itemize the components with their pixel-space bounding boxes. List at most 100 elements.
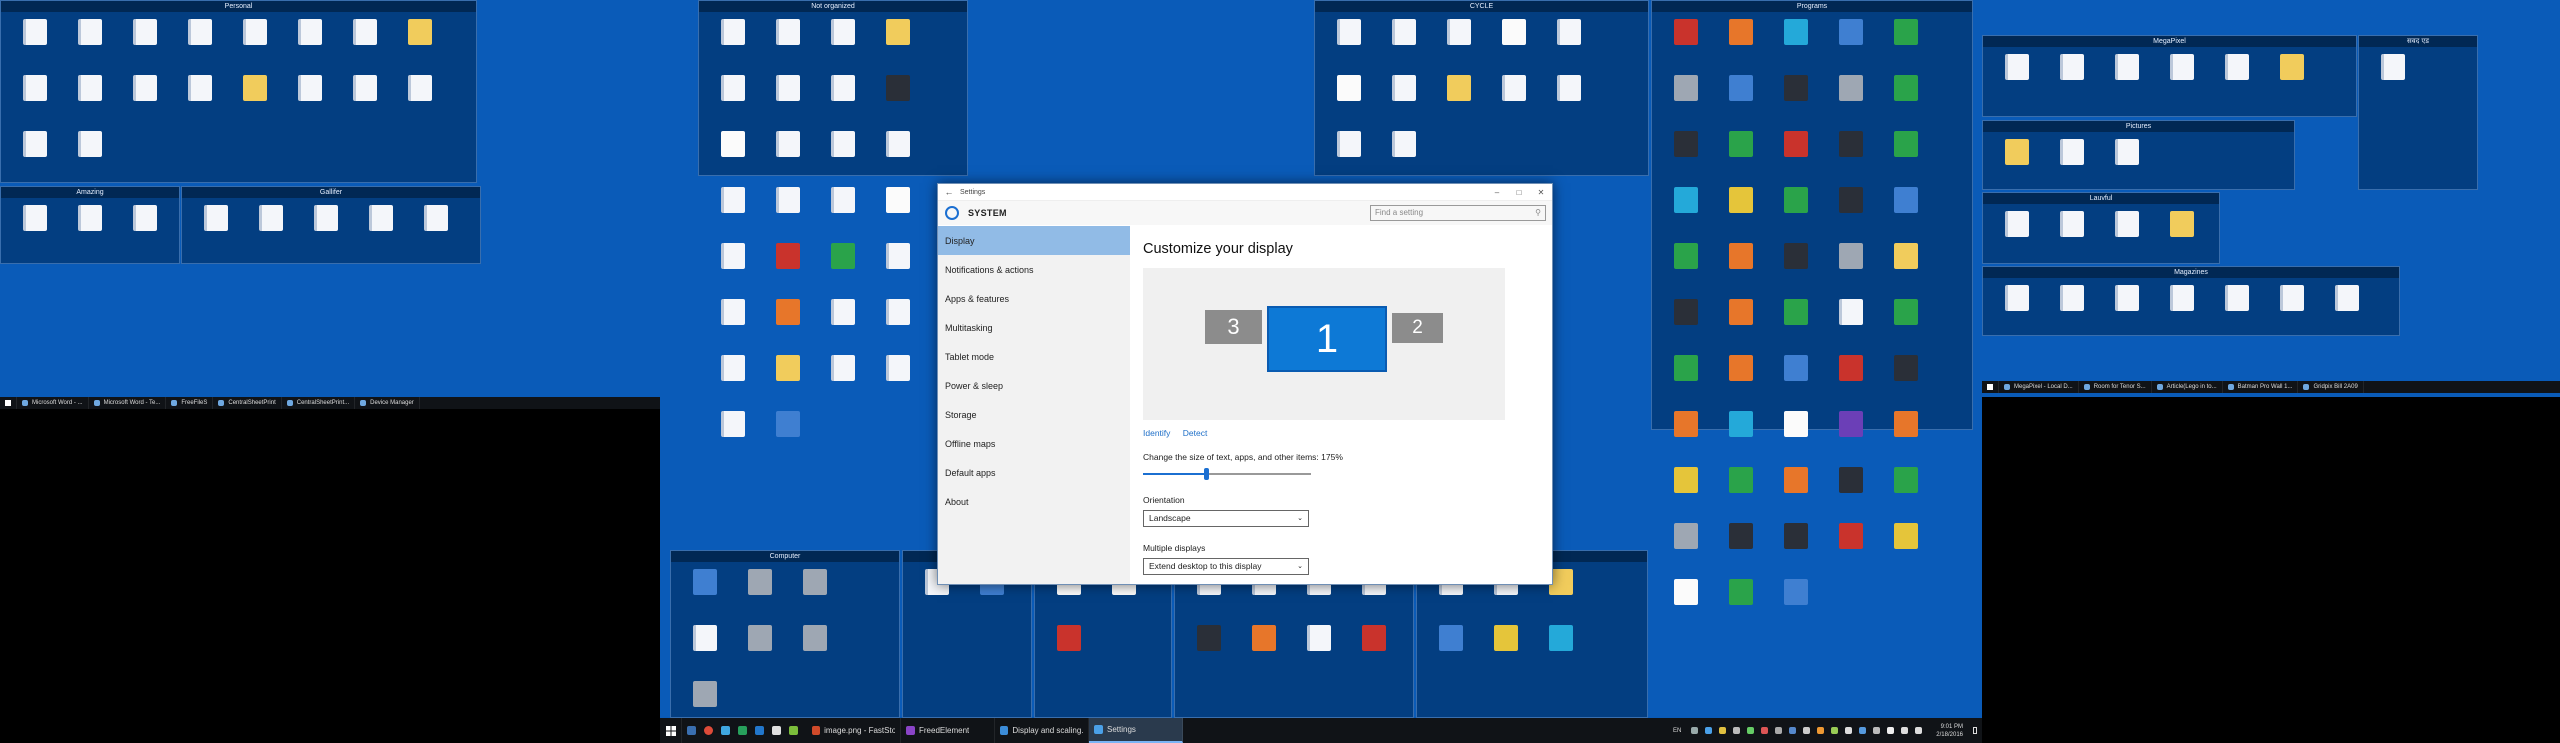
desktop-shortcut[interactable] xyxy=(1658,16,1713,72)
desktop-shortcut[interactable] xyxy=(1768,72,1823,128)
chrome-icon[interactable] xyxy=(704,726,713,735)
nav-item-offline-maps[interactable]: Offline maps xyxy=(938,429,1130,458)
maximize-icon[interactable]: □ xyxy=(1508,188,1530,197)
desktop-shortcut[interactable] xyxy=(2099,51,2154,107)
taskbar-app-button[interactable]: MegaPixel - Local D... xyxy=(1999,381,2079,393)
desktop-shortcut[interactable] xyxy=(870,16,925,72)
desktop-shortcut[interactable] xyxy=(705,72,760,128)
desktop-shortcut[interactable] xyxy=(2099,136,2154,192)
start-button[interactable] xyxy=(1982,381,1999,393)
desktop-shortcut[interactable] xyxy=(760,352,815,408)
desktop-shortcut[interactable] xyxy=(1713,240,1768,296)
multiple-displays-dropdown[interactable]: Extend desktop to this display ⌄ xyxy=(1143,558,1309,575)
desktop-shortcut[interactable] xyxy=(1823,240,1878,296)
desktop-shortcut[interactable] xyxy=(1768,408,1823,464)
tray-icon[interactable] xyxy=(1719,727,1727,734)
taskbar-app-button[interactable]: CentralSheetPrint... xyxy=(282,397,356,409)
desktop-shortcut[interactable] xyxy=(2044,282,2099,338)
detect-link[interactable]: Detect xyxy=(1183,428,1208,438)
orientation-dropdown[interactable]: Landscape ⌄ xyxy=(1143,510,1309,527)
tray-icon[interactable] xyxy=(1817,727,1825,734)
desktop-shortcut[interactable] xyxy=(1878,128,1933,184)
desktop-shortcut[interactable] xyxy=(1878,240,1933,296)
desktop-shortcut[interactable] xyxy=(1486,72,1541,128)
desktop-shortcut[interactable] xyxy=(1823,128,1878,184)
app-icon[interactable] xyxy=(721,726,730,735)
desktop-shortcut[interactable] xyxy=(1713,16,1768,72)
desktop-shortcut[interactable] xyxy=(7,128,62,184)
desktop-shortcut[interactable] xyxy=(1658,240,1713,296)
desktop-shortcut[interactable] xyxy=(392,16,447,72)
nav-item-apps-features[interactable]: Apps & features xyxy=(938,284,1130,313)
desktop-shortcut[interactable] xyxy=(172,72,227,128)
desktop-shortcut[interactable] xyxy=(62,128,117,184)
desktop-shortcut[interactable] xyxy=(1878,520,1933,576)
nav-item-about[interactable]: About xyxy=(938,487,1130,516)
desktop-shortcut[interactable] xyxy=(1823,520,1878,576)
desktop-shortcut[interactable] xyxy=(1376,16,1431,72)
desktop-shortcut[interactable] xyxy=(1321,16,1376,72)
desktop-shortcut[interactable] xyxy=(282,16,337,72)
taskbar-app-button[interactable]: Microsoft Word - ... xyxy=(17,397,89,409)
tray-icon[interactable] xyxy=(1803,727,1811,734)
monitor-1-tile[interactable]: 1 xyxy=(1267,306,1387,372)
desktop-shortcut[interactable] xyxy=(1658,296,1713,352)
desktop-shortcut[interactable] xyxy=(815,352,870,408)
scale-slider[interactable] xyxy=(1143,467,1311,480)
desktop-shortcut[interactable] xyxy=(1541,72,1596,128)
desktop-shortcut[interactable] xyxy=(1878,408,1933,464)
desktop-shortcut[interactable] xyxy=(408,202,463,258)
tray-icon[interactable] xyxy=(1789,727,1797,734)
app-icon[interactable] xyxy=(738,726,747,735)
desktop-shortcut[interactable] xyxy=(2044,51,2099,107)
desktop-shortcut[interactable] xyxy=(760,16,815,72)
desktop-shortcut[interactable] xyxy=(1713,464,1768,520)
desktop-shortcut[interactable] xyxy=(1376,72,1431,128)
desktop-shortcut[interactable] xyxy=(117,16,172,72)
desktop-shortcut[interactable] xyxy=(1713,352,1768,408)
desktop-shortcut[interactable] xyxy=(1823,296,1878,352)
tray-icon[interactable] xyxy=(1691,727,1699,734)
desktop-shortcut[interactable] xyxy=(870,72,925,128)
desktop-shortcut[interactable] xyxy=(705,296,760,352)
tray-icon[interactable] xyxy=(1887,727,1895,734)
desktop-shortcut[interactable] xyxy=(1658,408,1713,464)
taskbar-app-button[interactable]: Microsoft Word - Te... xyxy=(89,397,167,409)
nav-item-power-sleep[interactable]: Power & sleep xyxy=(938,371,1130,400)
desktop-shortcut[interactable] xyxy=(1823,72,1878,128)
taskbar-app-button[interactable]: FreedElement xyxy=(901,718,995,743)
desktop-shortcut[interactable] xyxy=(2319,282,2374,338)
desktop-shortcut[interactable] xyxy=(705,408,760,464)
desktop-shortcut[interactable] xyxy=(392,72,447,128)
nav-item-multitasking[interactable]: Multitasking xyxy=(938,313,1130,342)
search-icon[interactable] xyxy=(687,726,696,735)
desktop-shortcut[interactable] xyxy=(243,202,298,258)
desktop-shortcut[interactable] xyxy=(2209,282,2264,338)
desktop-shortcut[interactable] xyxy=(1768,464,1823,520)
desktop-shortcut[interactable] xyxy=(815,72,870,128)
desktop-shortcut[interactable] xyxy=(1878,72,1933,128)
desktop-shortcut[interactable] xyxy=(760,72,815,128)
desktop-shortcut[interactable] xyxy=(815,296,870,352)
monitor-3-tile[interactable]: 3 xyxy=(1205,310,1262,344)
desktop-shortcut[interactable] xyxy=(1486,16,1541,72)
desktop-shortcut[interactable] xyxy=(172,16,227,72)
desktop-shortcut[interactable] xyxy=(2365,51,2420,107)
desktop-shortcut[interactable] xyxy=(1989,136,2044,192)
desktop-shortcut[interactable] xyxy=(62,16,117,72)
desktop-shortcut[interactable] xyxy=(705,352,760,408)
desktop-shortcut[interactable] xyxy=(1478,622,1533,678)
desktop-shortcut[interactable] xyxy=(1823,408,1878,464)
desktop-shortcut[interactable] xyxy=(1713,296,1768,352)
taskbar-app-button[interactable]: Gridpix Bill 2A09 xyxy=(2298,381,2364,393)
tray-icon[interactable] xyxy=(1733,727,1741,734)
desktop-shortcut[interactable] xyxy=(760,128,815,184)
tray-language[interactable]: EN xyxy=(1668,718,1686,743)
tray-icon[interactable] xyxy=(1775,727,1783,734)
taskbar-app-button[interactable]: CentralSheetPrint xyxy=(213,397,282,409)
start-button[interactable] xyxy=(0,397,17,409)
desktop-shortcut[interactable] xyxy=(1431,16,1486,72)
desktop-shortcut[interactable] xyxy=(62,202,117,258)
desktop-shortcut[interactable] xyxy=(870,128,925,184)
tray-icon[interactable] xyxy=(1747,727,1755,734)
